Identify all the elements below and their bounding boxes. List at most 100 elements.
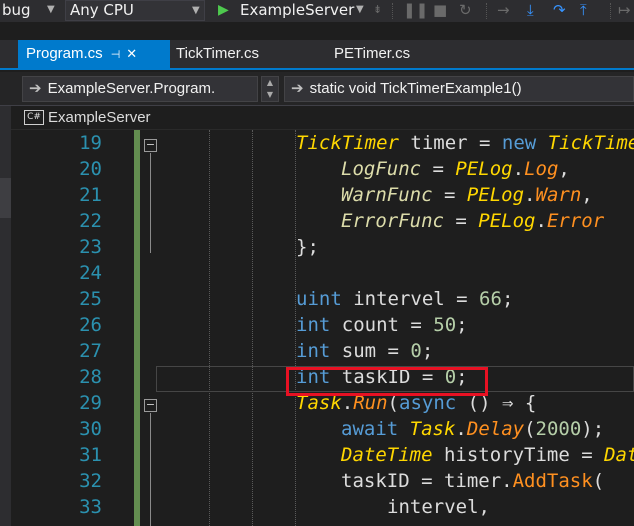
line-number: 19 — [79, 132, 102, 154]
code-token: historyTime = — [432, 444, 605, 466]
code-token: . — [455, 418, 467, 440]
code-line[interactable]: 25 uint intervel = 66; — [11, 286, 634, 312]
pause-icon[interactable]: ❚❚ — [403, 0, 428, 22]
code-editor[interactable]: − − 19 TickTimer timer = new TickTime 20 Lo… — [11, 130, 634, 526]
code-token: PELog — [478, 210, 536, 232]
code-line[interactable]: 33 intervel, — [11, 494, 634, 520]
code-token: ( — [524, 418, 536, 440]
line-number: 28 — [79, 366, 102, 388]
member-dropdown[interactable]: ➔ static void TickTimerExample1() — [284, 76, 634, 102]
step-into-icon[interactable]: ⤓ — [527, 0, 534, 22]
solution-config-dropdown[interactable]: bug — [2, 0, 31, 22]
code-text: int sum = 0; — [296, 338, 433, 364]
start-debug-label: ExampleServer — [240, 1, 355, 19]
code-token: , — [581, 184, 593, 206]
code-line[interactable]: 20 LogFunc = PELog.Log, — [11, 156, 634, 182]
arrow-right-icon: ➔ — [291, 80, 304, 97]
tab-label: PETimer.cs — [334, 45, 411, 62]
code-token: AddTask — [512, 470, 593, 492]
code-token: = — [443, 210, 479, 232]
code-token: }; — [296, 236, 319, 258]
line-number: 24 — [79, 262, 102, 284]
left-tool-strip — [0, 106, 11, 526]
code-line[interactable]: 19 TickTimer timer = new TickTime — [11, 130, 634, 156]
solution-config-label: bug — [2, 1, 31, 19]
csharp-file-icon: C# — [24, 110, 44, 125]
code-text: LogFunc = PELog.Log, — [341, 156, 570, 182]
step-over-icon[interactable]: ↷ — [553, 0, 566, 22]
chevron-down-icon: ▼ — [192, 5, 200, 16]
line-number: 31 — [79, 444, 102, 466]
close-icon[interactable]: ✕ — [126, 46, 137, 61]
code-token: 50 — [433, 314, 457, 336]
line-number: 29 — [79, 392, 102, 414]
code-token: Task — [409, 418, 456, 440]
code-text: TickTimer timer = new TickTime — [296, 130, 634, 156]
line-number: 27 — [79, 340, 102, 362]
tab-label: Program.cs — [26, 45, 103, 62]
chevron-down-icon[interactable]: ▼ — [356, 0, 364, 20]
code-text: DateTime historyTime = Dat — [341, 442, 634, 468]
code-token: 2000 — [535, 418, 582, 440]
code-text: }; — [296, 234, 319, 260]
code-text: await Task.Delay(2000); — [341, 416, 604, 442]
code-line[interactable]: 26 int count = 50; — [11, 312, 634, 338]
code-line[interactable]: 31 DateTime historyTime = Dat — [11, 442, 634, 468]
tab-program-cs[interactable]: Program.cs ⊣ ✕ — [18, 40, 170, 68]
pin-icon[interactable]: ⊣ — [111, 49, 121, 61]
show-next-statement-icon[interactable]: → — [497, 0, 510, 22]
arrow-right-icon: ➔ — [29, 80, 42, 97]
line-number: 20 — [79, 158, 102, 180]
code-line[interactable]: 30 await Task.Delay(2000); — [11, 416, 634, 442]
code-line[interactable]: 27 int sum = 0; — [11, 338, 634, 364]
line-number: 25 — [79, 288, 102, 310]
code-token: Delay — [466, 418, 525, 440]
class-dropdown-spinner[interactable]: ▲ ▼ — [261, 76, 279, 102]
code-line[interactable]: 24 — [11, 260, 634, 286]
tab-ticktimer-cs[interactable]: TickTimer.cs — [176, 40, 316, 68]
overflow-icon[interactable]: ⇟ — [373, 0, 382, 22]
code-token: int — [296, 340, 331, 362]
tab-label: TickTimer.cs — [176, 45, 260, 62]
code-text: WarnFunc = PELog.Warn, — [341, 182, 593, 208]
platform-dropdown[interactable]: Any CPU ▼ — [65, 0, 205, 21]
project-scope-label[interactable]: ExampleServer — [48, 106, 151, 130]
stop-icon[interactable]: ■ — [433, 0, 447, 22]
step-out-icon[interactable]: ⤒ — [580, 0, 587, 22]
code-line[interactable]: 32 taskID = timer.AddTask( — [11, 468, 634, 494]
code-token: . — [524, 184, 536, 206]
code-token: , — [558, 158, 570, 180]
navigation-bar: ➔ ExampleServer.Program. ▲ ▼ ➔ static void … — [0, 72, 634, 106]
project-scope-bar: C# ExampleServer — [0, 106, 634, 130]
code-token: taskID = timer. — [341, 470, 513, 492]
code-token: ; — [421, 340, 434, 362]
restart-icon[interactable]: ↻ — [459, 0, 472, 22]
start-debug-button[interactable]: ExampleServer — [240, 0, 354, 22]
code-token: . — [512, 158, 525, 180]
code-token: WarnFunc — [341, 184, 433, 206]
code-token: Warn — [535, 184, 582, 206]
code-line[interactable]: 23}; — [11, 234, 634, 260]
code-token: int — [296, 314, 331, 336]
tab-petimer-cs[interactable]: PETimer.cs — [334, 40, 464, 68]
code-token: = — [432, 184, 467, 206]
breakpoint-toggle-icon[interactable]: ↦ — [618, 0, 631, 22]
play-icon[interactable]: ▶ — [218, 0, 229, 22]
highlight-box — [286, 367, 488, 396]
tool-window-tab[interactable] — [0, 178, 11, 218]
code-line[interactable]: 21 WarnFunc = PELog.Warn, — [11, 182, 634, 208]
code-token: Error — [546, 210, 605, 232]
code-token: intervel = — [341, 288, 480, 310]
code-token: await — [341, 418, 399, 440]
code-token: ); — [581, 418, 605, 440]
debug-toolbar: bug ▼ Any CPU ▼ ▶ ExampleServer ▼ ⇟ ❚❚ ■… — [0, 0, 634, 22]
code-token: TickTime — [547, 132, 634, 154]
code-token: count = — [330, 314, 434, 336]
code-line[interactable]: 22 ErrorFunc = PELog.Error — [11, 208, 634, 234]
chevron-down-icon[interactable]: ▼ — [47, 0, 55, 20]
class-dropdown[interactable]: ➔ ExampleServer.Program. — [22, 76, 258, 102]
code-text: intervel, — [387, 494, 490, 520]
line-number: 22 — [79, 210, 102, 232]
